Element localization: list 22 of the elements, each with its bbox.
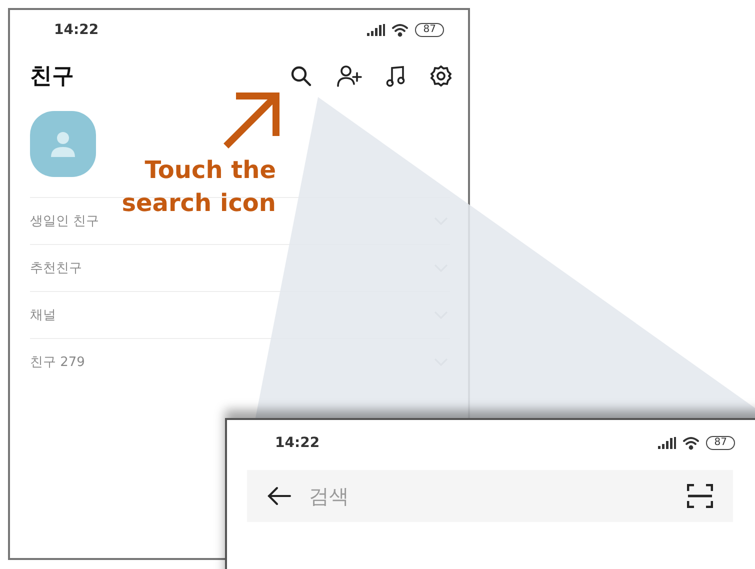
instruction-text: Touch the search icon bbox=[122, 155, 276, 219]
add-person-icon[interactable] bbox=[336, 65, 362, 87]
wifi-icon bbox=[682, 436, 700, 450]
signal-icon bbox=[367, 24, 386, 36]
battery-indicator: 87 bbox=[706, 436, 735, 450]
wifi-icon bbox=[391, 23, 410, 37]
section-label[interactable]: 채널 bbox=[30, 306, 56, 324]
search-input[interactable]: 검색 bbox=[309, 484, 669, 508]
settings-icon[interactable] bbox=[430, 65, 452, 87]
clock-time: 14:22 bbox=[275, 435, 320, 451]
section-label[interactable]: 친구 279 bbox=[30, 353, 85, 371]
search-icon[interactable] bbox=[290, 65, 312, 87]
screen-title: 친구 bbox=[30, 63, 74, 91]
battery-indicator: 87 bbox=[415, 23, 444, 37]
back-arrow-icon[interactable] bbox=[267, 486, 291, 506]
scan-icon[interactable] bbox=[687, 484, 713, 508]
clock-time: 14:22 bbox=[54, 22, 99, 38]
search-field[interactable]: 검색 bbox=[247, 470, 733, 522]
music-note-icon[interactable] bbox=[386, 65, 406, 87]
section-label[interactable]: 생일인 친구 bbox=[30, 212, 100, 230]
section-label[interactable]: 추천친구 bbox=[30, 259, 82, 277]
signal-icon bbox=[658, 437, 676, 449]
